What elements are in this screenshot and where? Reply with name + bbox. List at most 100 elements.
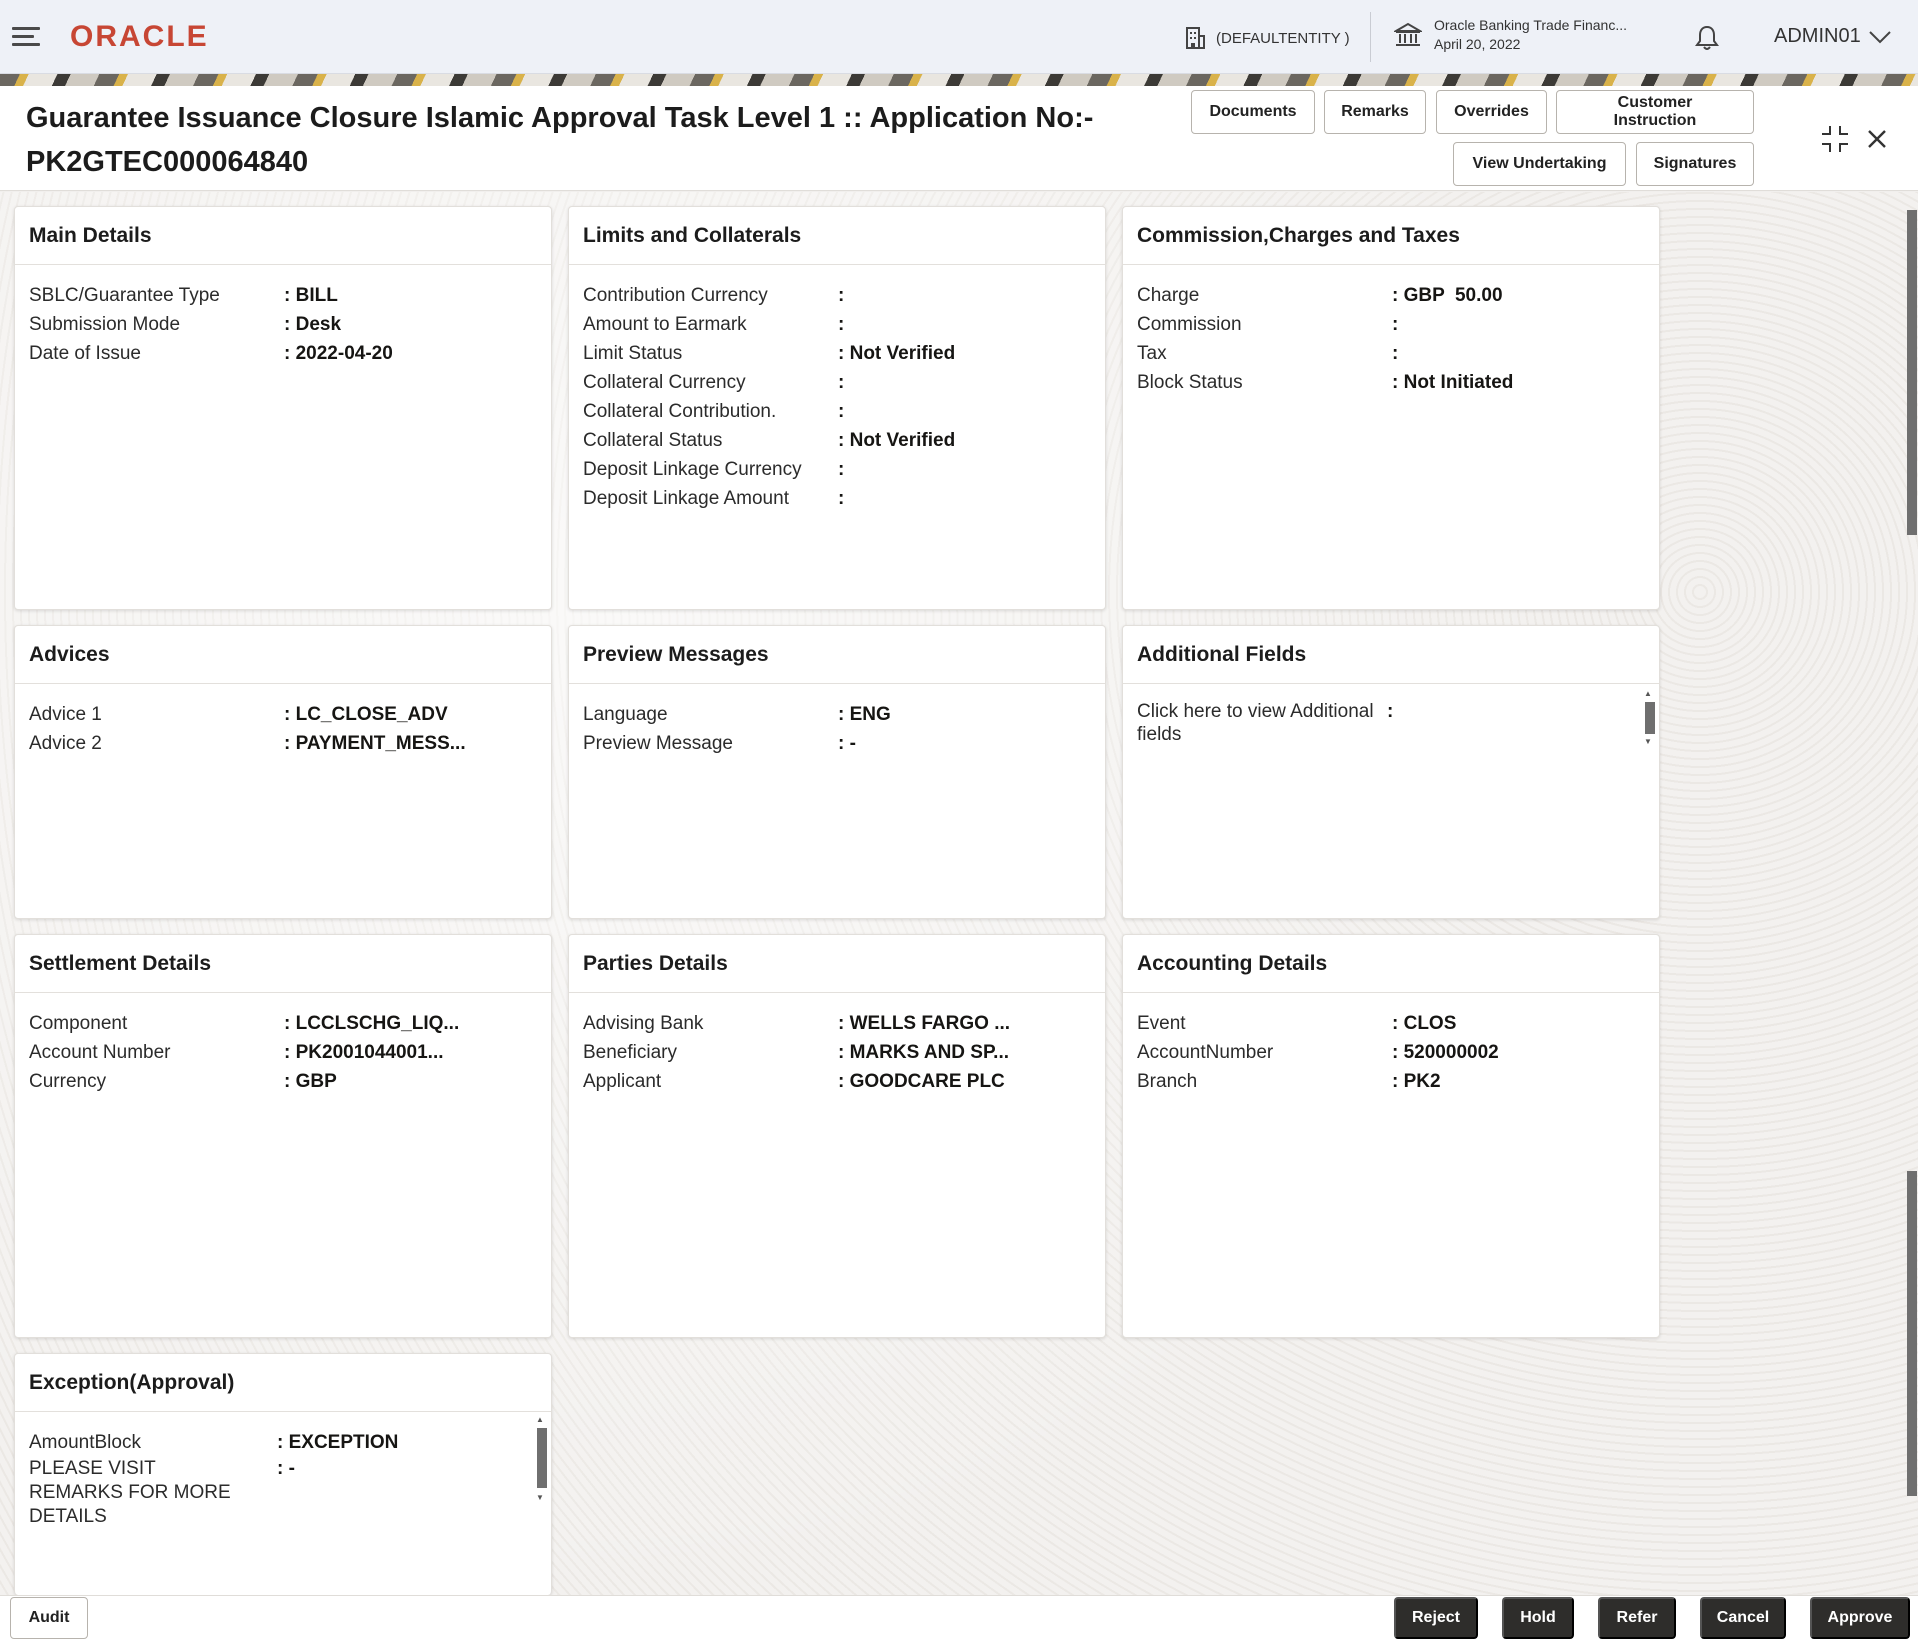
entity-selector[interactable]: (DEFAULTENTITY ) bbox=[1184, 26, 1350, 50]
row-label: Charge bbox=[1137, 281, 1392, 310]
advices-card[interactable]: Advices Advice 1: LC_CLOSE_ADV Advice 2:… bbox=[14, 625, 552, 919]
overrides-button[interactable]: Overrides bbox=[1436, 90, 1547, 134]
scroll-down-icon[interactable]: ▼ bbox=[536, 1494, 544, 1502]
row-value: : Desk bbox=[284, 310, 341, 339]
row-value: : LC_CLOSE_ADV bbox=[284, 700, 448, 729]
page-scroll-thumb-bottom[interactable] bbox=[1907, 1171, 1917, 1496]
notification-bell-icon[interactable] bbox=[1694, 24, 1720, 52]
cancel-button[interactable]: Cancel bbox=[1700, 1597, 1786, 1639]
row-value: : EXCEPTION bbox=[277, 1428, 398, 1457]
bank-selector[interactable]: Oracle Banking Trade Financ... April 20,… bbox=[1394, 16, 1627, 54]
row-label: AccountNumber bbox=[1137, 1038, 1392, 1067]
commission-charges-taxes-card[interactable]: Commission,Charges and Taxes Charge: GBP… bbox=[1122, 206, 1660, 610]
page-scroll-thumb-top[interactable] bbox=[1907, 210, 1917, 535]
row-label: SBLC/Guarantee Type bbox=[29, 281, 284, 310]
detail-row: Applicant: GOODCARE PLC bbox=[583, 1067, 1091, 1096]
card-scrollbar[interactable]: ▲ ▼ bbox=[535, 1416, 547, 1502]
detail-row: Component: LCCLSCHG_LIQ... bbox=[29, 1009, 537, 1038]
preview-messages-card[interactable]: Preview Messages Language: ENG Preview M… bbox=[568, 625, 1106, 919]
detail-row: Language: ENG bbox=[583, 700, 1091, 729]
page-scrollbar[interactable] bbox=[1906, 196, 1918, 1588]
row-label: Submission Mode bbox=[29, 310, 284, 339]
additional-fields-card[interactable]: Additional Fields Click here to view Add… bbox=[1122, 625, 1660, 919]
card-scrollbar[interactable]: ▲ ▼ bbox=[1643, 690, 1655, 746]
detail-row: Amount to Earmark: bbox=[583, 310, 1091, 339]
row-label: Advising Bank bbox=[583, 1009, 838, 1038]
audit-button[interactable]: Audit bbox=[10, 1597, 88, 1639]
detail-row: Deposit Linkage Currency: bbox=[583, 455, 1091, 484]
row-value: : 520000002 bbox=[1392, 1038, 1499, 1067]
row-value: : Not Verified bbox=[838, 339, 955, 368]
row-label: Tax bbox=[1137, 339, 1392, 368]
settlement-details-card[interactable]: Settlement Details Component: LCCLSCHG_L… bbox=[14, 934, 552, 1338]
row-label: Limit Status bbox=[583, 339, 838, 368]
row-value: : CLOS bbox=[1392, 1009, 1456, 1038]
customer-instruction-button[interactable]: Customer Instruction bbox=[1556, 90, 1754, 134]
accounting-details-card[interactable]: Accounting Details Event: CLOS AccountNu… bbox=[1122, 934, 1660, 1338]
card-title: Advices bbox=[15, 626, 551, 684]
hold-button[interactable]: Hold bbox=[1502, 1597, 1574, 1639]
chevron-down-icon bbox=[1869, 30, 1891, 44]
exception-approval-card[interactable]: Exception(Approval) AmountBlock: EXCEPTI… bbox=[14, 1353, 552, 1595]
detail-row: Block Status: Not Initiated bbox=[1137, 368, 1645, 397]
row-label: Language bbox=[583, 700, 838, 729]
scroll-down-icon[interactable]: ▼ bbox=[1644, 738, 1652, 746]
row-value: : BILL bbox=[284, 281, 338, 310]
limits-collaterals-card[interactable]: Limits and Collaterals Contribution Curr… bbox=[568, 206, 1106, 610]
remarks-button[interactable]: Remarks bbox=[1324, 90, 1426, 134]
card-title: Settlement Details bbox=[15, 935, 551, 993]
row-value: : bbox=[838, 455, 844, 484]
row-label: Deposit Linkage Amount bbox=[583, 484, 838, 513]
detail-row[interactable]: Click here to view Additional fields : bbox=[1137, 700, 1645, 746]
row-label: Block Status bbox=[1137, 368, 1392, 397]
row-value: : Not Verified bbox=[838, 426, 955, 455]
detail-row: Branch: PK2 bbox=[1137, 1067, 1645, 1096]
row-value: : PK2001044001... bbox=[284, 1038, 444, 1067]
documents-button[interactable]: Documents bbox=[1191, 90, 1315, 134]
minimize-icon[interactable] bbox=[1820, 124, 1850, 154]
detail-row: AmountBlock: EXCEPTION bbox=[29, 1428, 537, 1457]
card-title: Accounting Details bbox=[1123, 935, 1659, 993]
detail-row: Preview Message: - bbox=[583, 729, 1091, 758]
main-details-card[interactable]: Main Details SBLC/Guarantee Type: BILL S… bbox=[14, 206, 552, 610]
detail-row: SBLC/Guarantee Type: BILL bbox=[29, 281, 537, 310]
scroll-thumb[interactable] bbox=[537, 1428, 547, 1488]
detail-row: Collateral Contribution.: bbox=[583, 397, 1091, 426]
scroll-up-icon[interactable]: ▲ bbox=[536, 1416, 544, 1424]
row-value: : bbox=[838, 484, 844, 513]
user-menu[interactable]: ADMIN01 bbox=[1774, 25, 1891, 48]
entity-label: (DEFAULTENTITY ) bbox=[1216, 30, 1350, 47]
row-value: : bbox=[1392, 339, 1398, 368]
row-label: PLEASE VISIT REMARKS FOR MORE DETAILS bbox=[29, 1457, 277, 1529]
row-label: AmountBlock bbox=[29, 1428, 277, 1457]
oracle-logo: ORACLE bbox=[70, 20, 209, 54]
row-label: Advice 1 bbox=[29, 700, 284, 729]
detail-row: Collateral Currency: bbox=[583, 368, 1091, 397]
approve-button[interactable]: Approve bbox=[1810, 1597, 1910, 1639]
detail-row: Advice 2: PAYMENT_MESS... bbox=[29, 729, 537, 758]
additional-fields-link[interactable]: Click here to view Additional fields bbox=[1137, 700, 1387, 746]
refer-button[interactable]: Refer bbox=[1598, 1597, 1676, 1639]
detail-row: Submission Mode: Desk bbox=[29, 310, 537, 339]
scroll-up-icon[interactable]: ▲ bbox=[1644, 690, 1652, 698]
close-icon[interactable] bbox=[1866, 128, 1888, 150]
parties-details-card[interactable]: Parties Details Advising Bank: WELLS FAR… bbox=[568, 934, 1106, 1338]
view-undertaking-button[interactable]: View Undertaking bbox=[1453, 142, 1626, 186]
detail-row: Limit Status: Not Verified bbox=[583, 339, 1091, 368]
signatures-button[interactable]: Signatures bbox=[1636, 142, 1754, 186]
row-value: : MARKS AND SP... bbox=[838, 1038, 1009, 1067]
row-label: Date of Issue bbox=[29, 339, 284, 368]
row-label: Collateral Status bbox=[583, 426, 838, 455]
detail-row: Deposit Linkage Amount: bbox=[583, 484, 1091, 513]
detail-row: Charge: GBP 50.00 bbox=[1137, 281, 1645, 310]
row-value: : bbox=[838, 281, 844, 310]
card-title: Parties Details bbox=[569, 935, 1105, 993]
detail-row: Date of Issue: 2022-04-20 bbox=[29, 339, 537, 368]
hamburger-menu-icon[interactable] bbox=[12, 27, 40, 47]
row-value: : PK2 bbox=[1392, 1067, 1441, 1096]
card-title: Commission,Charges and Taxes bbox=[1123, 207, 1659, 265]
bank-name: Oracle Banking Trade Financ... bbox=[1434, 16, 1627, 35]
row-label: Currency bbox=[29, 1067, 284, 1096]
scroll-thumb[interactable] bbox=[1645, 702, 1655, 734]
reject-button[interactable]: Reject bbox=[1394, 1597, 1478, 1639]
